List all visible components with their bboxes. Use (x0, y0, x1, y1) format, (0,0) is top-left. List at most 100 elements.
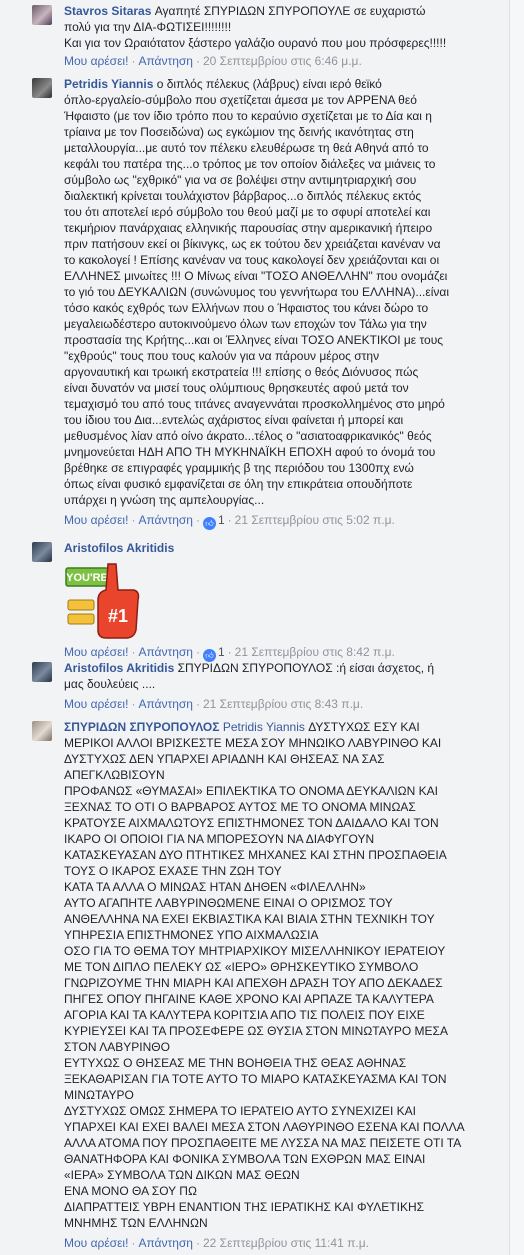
avatar[interactable] (32, 542, 52, 562)
reply-button[interactable]: Απάντηση (138, 54, 193, 68)
like-button[interactable]: Μου αρέσει! (64, 1236, 128, 1250)
comment-text: ΔΥΣΤΥΧΩΣ ΟΜΩΣ ΣΗΜΕΡΑ ΤΟ ΙΕΡΑΤΕΙΟ ΑΥΤΟ ΣΥ… (64, 1104, 417, 1118)
comment-text: ΑΠΕΓΚΛΩΒΙΣΟΥΝ (64, 768, 165, 782)
reaction-count[interactable]: 1 (218, 513, 225, 527)
comment-text: ΑΛΛΑ ΑΤΟΜΑ ΠΟΥ ΠΡΟΣΠΑΘΕΙΤΕ ΜΕ ΛΥΣΣΑ ΝΑ Μ… (64, 1136, 462, 1150)
foam-finger-sticker-image: YOU'RE #1 (65, 563, 140, 639)
like-button[interactable]: Μου αρέσει! (64, 645, 128, 659)
comment-text: βρέθηκε σε επιγραφές γραμμικής β της περ… (64, 461, 414, 475)
comment: Stavros Sitaras Αγαπητέ ΣΠΥΡΙΔΩΝ ΣΠΥΡΟΠΟ… (32, 3, 504, 69)
comment-text: ΜΙΝΩΤΑΥΡΟ (64, 1088, 134, 1102)
comment-text: ΕΛΛΗΝΕΣ μινωίτες !!! Ο Μίνως είναι "ΤΟΣΟ… (64, 269, 448, 283)
comment-body: Aristofilos Akritidis (64, 540, 504, 556)
reply-button[interactable]: Απάντηση (138, 645, 193, 659)
avatar[interactable] (32, 78, 52, 98)
comment-body: Petridis Yiannis ο διπλός πέλεκυς (λάβρυ… (64, 76, 504, 508)
you-are-number-one-sticker[interactable]: YOU'RE #1 (64, 560, 142, 640)
comment: Aristofilos Akritidis ΣΠΥΡΙΔΩΝ ΣΠΥΡΟΠΟΥΛ… (32, 660, 504, 712)
comment-actions: Μου αρέσει! · Απάντηση · 21 Σεπτεμβρίου στις… (64, 697, 364, 711)
comment-author[interactable]: Stavros Sitaras (64, 4, 151, 18)
comment-thread: Stavros Sitaras Αγαπητέ ΣΠΥΡΙΔΩΝ ΣΠΥΡΟΠΟ… (0, 0, 510, 1255)
timestamp[interactable]: 21 Σεπτεμβρίου στις 5:02 π.μ. (235, 513, 395, 527)
avatar[interactable] (32, 5, 52, 25)
comment-text: ο διπλός πέλεκυς (λάβρυς) είναι ιερό θεϊ… (156, 77, 382, 91)
comment-text: τόσο κακός εχθρός των Ελλήνων που ο Ήφαι… (64, 301, 429, 315)
comment-text: ΥΠΗΡΕΣΙΑ ΕΠΙΣΤΗΜΟΝΕΣ ΥΠΟ ΑΙΧΜΑΛΩΣΙΑ (64, 928, 319, 942)
timestamp[interactable]: 22 Σεπτεμβρίου στις 11:41 π.μ. (203, 1236, 369, 1250)
comment-author[interactable]: Petridis Yiannis (64, 77, 153, 91)
comment-text: ΠΡΟΦΑΝΩΣ «ΘΥΜΑΣΑΙ» ΕΠΙΛΕΚΤΙΚΑ ΤΟ ΟΝΟΜΑ Δ… (64, 784, 438, 798)
comment-text: ΚΑΤΑΣΚΕΥΑΣΑΝ ΔΥΟ ΠΤΗΤΙΚΕΣ ΜΗΧΑΝΕΣ ΚΑΙ ΣΤ… (64, 848, 447, 862)
comment-text: όπλο-εργαλείο-σύμβολο που σχετίζεται άμε… (64, 93, 417, 107)
comment-text: ΟΣΟ ΓΙΑ ΤΟ ΘΕΜΑ ΤΟΥ ΜΗΤΡΙΑΡΧΙΚΟΥ ΜΙΣΕΛΛΗ… (64, 944, 446, 958)
mentioned-user[interactable]: Petridis Yiannis (223, 720, 305, 734)
comment-text: "εχθρούς" τους που τους καλούν για να πά… (64, 349, 380, 363)
comment-text: ΜΝΗΜΗΣ ΤΩΝ ΕΛΛΗΝΩΝ (64, 1216, 208, 1230)
comment-text: τρίαινα με τον Ποσειδώνα) ως εγκώμιον τη… (64, 125, 414, 139)
reaction-count[interactable]: 1 (218, 645, 225, 659)
timestamp[interactable]: 21 Σεπτεμβρίου στις 8:42 π.μ. (235, 645, 395, 659)
comment-text: τεμαχισμό του από τους τιτάνες αναγεννάτ… (64, 397, 445, 411)
comment-text: όπως είναι φυσικό εμφανίζεται σε όλη την… (64, 477, 413, 491)
comment-text: ΚΑΤΑ ΤΑ ΑΛΛΑ Ο ΜΙΝΩΑΣ ΗΤΑΝ ΔΗΘΕΝ «ΦΙΛΕΛΛ… (64, 880, 366, 894)
comment-text: το κακολογεί ! Επίσης κανέναν να τους κα… (64, 253, 440, 267)
comment-text: ΜΕ ΤΟΝ ΔΙΠΛΟ ΠΕΛΕΚΥ ΩΣ «ΙΕΡΟ» ΘΡΗΣΚΕΥΤΙΚ… (64, 960, 419, 974)
like-button[interactable]: Μου αρέσει! (64, 697, 128, 711)
comment-text: ΣΠΥΡΙΔΩΝ ΣΠΥΡΟΠΟΥΛΟΣ :ή είσαι άσχετος, ή (177, 661, 435, 675)
comment-text: του ίδιου του Δια...εντελώς αχάριστος εί… (64, 413, 404, 427)
comment-text: ΙΚΑΡΟ ΟΙ ΟΠΟΙΟΙ ΓΙΑ ΝΑ ΜΠΟΡΕΣΟΥΝ ΝΑ ΔΙΑΦ… (64, 832, 375, 846)
comment-text: ΑΓΟΡΙΑ ΚΑΙ ΤΑ ΚΑΛΥΤΕΡΑ ΚΟΡΙΤΣΙΑ ΑΠΟ ΤΙΣ … (64, 1008, 425, 1022)
comment-text: Αγαπητέ ΣΠΥΡΙΔΩΝ ΣΠΥΡΟΠΟΥΛΕ σε ευχαριστώ (154, 4, 426, 18)
comment-body: Aristofilos Akritidis ΣΠΥΡΙΔΩΝ ΣΠΥΡΟΠΟΥΛ… (64, 660, 504, 692)
comment-text: υπάρχει η γνώση της αμπελουργίας... (64, 493, 265, 507)
avatar[interactable] (32, 662, 52, 682)
comment-text: Και για τον Ωραιότατον ξάστερο γαλάζιο ο… (64, 36, 447, 50)
comment-text: ΑΝΘΕΛΛΗΝΑ ΝΑ ΕΧΕΙ ΕΚΒΙΑΣΤΙΚΑ ΚΑΙ ΒΙΑΙΑ Σ… (64, 912, 435, 926)
comment-text: ΔΥΣΤΥΧΩΣ ΔΕΝ ΥΠΑΡΧΕΙ ΑΡΙΑΔΝΗ ΚΑΙ ΘΗΣΕΑΣ … (64, 752, 385, 766)
comment-text: ΘΑΝΑΤΗΦΟΡΑ ΚΑΙ ΦΟΝΙΚΑ ΣΥΜΒΟΛΑ ΤΩΝ ΕΧΘΡΩΝ… (64, 1152, 426, 1166)
comment: ΣΠΥΡΙΔΩΝ ΣΠΥΡΟΠΟΥΛΟΣ Petridis Yiannis ΔΥ… (32, 719, 504, 1251)
comment-text: ΜΕΡΙΚΟΙ ΑΛΛΟΙ ΒΡΙΣΚΕΣΤΕ ΜΕΣΑ ΣΟΥ ΜΗΝΩΙΚΟ… (64, 736, 442, 750)
sticker-label: YOU'RE (66, 572, 108, 584)
reply-button[interactable]: Απάντηση (138, 513, 193, 527)
comment: Aristofilos Akritidis YOU'RE #1 Μου αρέσ… (32, 540, 504, 662)
comment-text: είναι δυνατόν να μισεί τους ολύμπιους θρ… (64, 381, 409, 395)
comment-actions: Μου αρέσει! · Απάντηση · 20 Σεπτεμβρίου στις… (64, 54, 362, 68)
avatar[interactable] (32, 721, 52, 741)
comment-author[interactable]: Aristofilos Akritidis (64, 661, 174, 675)
thumbs-up-icon[interactable]: 👍︎ (202, 517, 216, 530)
comment-text: ΚΥΡΙΕΥΣΕΙ ΚΑΙ ΤΑ ΠΡΟΣΕΦΕΡΕ ΩΣ ΘΥΣΙΑ ΣΤΟΝ… (64, 1024, 448, 1038)
comment-text: «ΙΕΡΑ» ΣΥΜΒΟΛΑ ΤΩΝ ΔΙΚΩΝ ΜΑΣ ΘΕΩΝ (64, 1168, 300, 1182)
comment-text: ΣΤΟΝ ΛΑΒΥΡΙΝΘΟ (64, 1040, 170, 1054)
comment-text: ΠΗΓΕΣ ΟΠΟΥ ΠΗΓΑΙΝΕ ΚΑΘΕ ΧΡΟΝΟ ΚΑΙ ΑΡΠΑΖΕ… (64, 992, 434, 1006)
comment-text: το γιό του ΔΕΥΚΑΛΙΩΝ (συνώνυμος του γενν… (64, 285, 450, 299)
comment-text: ΑΥΤΟ ΑΓΑΠΗΤΕ ΛΑΒΥΡΙΝΘΩΜΕΝΕ ΕΙΝΑΙ Ο ΟΡΙΣΜ… (64, 896, 393, 910)
timestamp[interactable]: 20 Σεπτεμβρίου στις 6:46 μ.μ. (203, 54, 362, 68)
like-button[interactable]: Μου αρέσει! (64, 513, 128, 527)
comment-text: ΓΝΩΡΙΖΟΥΜΕ ΤΗΝ ΜΙΑΡΗ ΚΑΙ ΑΠΕΧΘΗ ΔΡΑΣΗ ΤΟ… (64, 976, 443, 990)
comment-text: ΥΠΑΡΧΕΙ ΚΑΙ ΕΧΕΙ ΒΑΛΕΙ ΜΕΣΑ ΣΤΟΝ ΛΑΘΥΡΙΝ… (64, 1120, 465, 1134)
timestamp[interactable]: 21 Σεπτεμβρίου στις 8:43 π.μ. (203, 697, 363, 711)
reply-button[interactable]: Απάντηση (138, 697, 193, 711)
comment-text: πριν πατήσουν εκεί οι βίκινγκς, ως εκ το… (64, 237, 441, 251)
comment-text: ΕΥΤΥΧΩΣ Ο ΘΗΣΕΑΣ ΜΕ ΤΗΝ ΒΟΗΘΕΙΑ ΤΗΣ ΘΕΑΣ… (64, 1056, 407, 1070)
comment-text: τεκμήριον πανάρχαιας ελληνικής παρουσίας… (64, 221, 433, 235)
comment-text: μεταλλουργία...με αυτό τον πέλεκυ ελευθέ… (64, 141, 429, 155)
comment-body: ΣΠΥΡΙΔΩΝ ΣΠΥΡΟΠΟΥΛΟΣ Petridis Yiannis ΔΥ… (64, 719, 504, 1231)
comment-text: αργοναυτική και τρωική εκστρατεία !!! επ… (64, 365, 419, 379)
comment-text: ΔΙΑΠΡΑΤΤΕΙΣ ΥΒΡΗ ΕΝΑΝΤΙΟΝ ΤΗΣ ΙΕΡΑΤΙΚΗΣ … (64, 1200, 425, 1214)
comment-author[interactable]: Aristofilos Akritidis (64, 541, 174, 555)
comment-text: σύμβολο ως "εχθρικό" για να σε βολέψει σ… (64, 173, 417, 187)
comment-text: κεφάλι του πατέρα της...ο τρόπος με τον … (64, 157, 436, 171)
comment-text: ΤΟΥΣ Ο ΙΚΑΡΟΣ ΕΧΑΣΕ ΤΗΝ ΖΩΗ ΤΟΥ (64, 864, 282, 878)
reply-button[interactable]: Απάντηση (138, 1236, 193, 1250)
comment-text: μας δουλεύεις .... (64, 677, 156, 691)
like-button[interactable]: Μου αρέσει! (64, 54, 128, 68)
comment-text: ΚΡΑΤΟΥΣΕ ΑΙΧΜΑΛΩΤΟΥΣ ΕΠΙΣΤΗΜΟΝΕΣ ΤΟΝ ΔΑΙ… (64, 816, 439, 830)
comment: Petridis Yiannis ο διπλός πέλεκυς (λάβρυ… (32, 76, 504, 530)
comment-body: Stavros Sitaras Αγαπητέ ΣΠΥΡΙΔΩΝ ΣΠΥΡΟΠΟ… (64, 3, 504, 51)
comment-author[interactable]: ΣΠΥΡΙΔΩΝ ΣΠΥΡΟΠΟΥΛΟΣ (64, 720, 219, 734)
comment-text: πολύ για την ΔΙΑ-ΦΩΤΙΣΕΙ!!!!!!!! (64, 20, 232, 34)
comment-text: μνημονεύεται ΗΔΗ ΑΠΟ ΤΗ ΜΥΚΗΝΑΪΚΗ ΕΠΟΧΗ … (64, 445, 436, 459)
sticker-number: #1 (108, 606, 128, 626)
